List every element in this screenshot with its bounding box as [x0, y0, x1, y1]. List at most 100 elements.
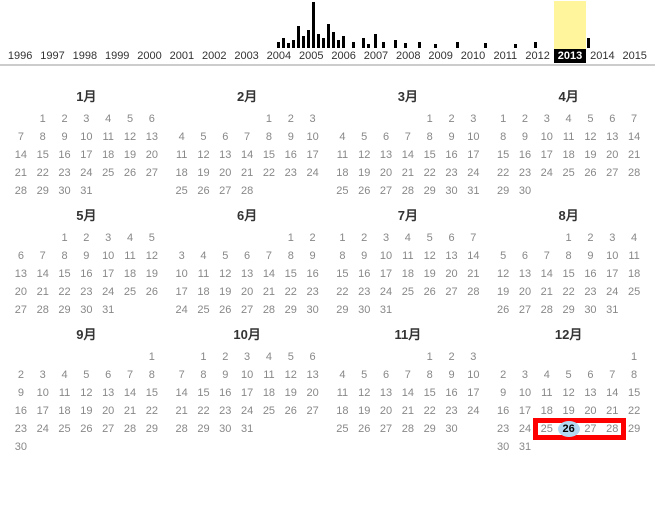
day-1-25[interactable]: 25 [97, 165, 119, 181]
day-11-13[interactable]: 13 [375, 385, 397, 401]
day-7-27[interactable]: 27 [441, 284, 463, 300]
day-12-17[interactable]: 17 [514, 403, 536, 419]
day-3-26[interactable]: 26 [353, 183, 375, 199]
day-10-11[interactable]: 11 [258, 367, 280, 383]
day-4-21[interactable]: 21 [623, 147, 645, 163]
day-8-24[interactable]: 24 [601, 284, 623, 300]
day-3-21[interactable]: 21 [397, 165, 419, 181]
day-9-18[interactable]: 18 [54, 403, 76, 419]
day-5-25[interactable]: 25 [119, 284, 141, 300]
day-4-25[interactable]: 25 [558, 165, 580, 181]
year-2010[interactable]: 2010 [457, 49, 489, 63]
day-6-17[interactable]: 17 [171, 284, 193, 300]
day-12-5[interactable]: 5 [558, 367, 580, 383]
day-9-27[interactable]: 27 [97, 421, 119, 437]
day-2-6[interactable]: 6 [214, 129, 236, 145]
day-1-14[interactable]: 14 [10, 147, 32, 163]
year-2015[interactable]: 2015 [619, 49, 651, 63]
day-11-30[interactable]: 30 [441, 421, 463, 437]
day-1-12[interactable]: 12 [119, 129, 141, 145]
day-5-4[interactable]: 4 [119, 230, 141, 246]
day-4-6[interactable]: 6 [601, 111, 623, 127]
day-6-11[interactable]: 11 [193, 266, 215, 282]
day-4-1[interactable]: 1 [492, 111, 514, 127]
day-12-6[interactable]: 6 [580, 367, 602, 383]
day-3-15[interactable]: 15 [419, 147, 441, 163]
day-8-6[interactable]: 6 [514, 248, 536, 264]
day-6-7[interactable]: 7 [258, 248, 280, 264]
day-3-7[interactable]: 7 [397, 129, 419, 145]
day-3-30[interactable]: 30 [441, 183, 463, 199]
day-1-20[interactable]: 20 [141, 147, 163, 163]
day-3-10[interactable]: 10 [462, 129, 484, 145]
day-2-3[interactable]: 3 [302, 111, 324, 127]
day-4-30[interactable]: 30 [514, 183, 536, 199]
day-3-9[interactable]: 9 [441, 129, 463, 145]
day-2-8[interactable]: 8 [258, 129, 280, 145]
day-9-2[interactable]: 2 [10, 367, 32, 383]
year-2013[interactable]: 2013 [554, 49, 586, 63]
day-5-6[interactable]: 6 [10, 248, 32, 264]
day-8-22[interactable]: 22 [558, 284, 580, 300]
year-2007[interactable]: 2007 [360, 49, 392, 63]
day-2-12[interactable]: 12 [193, 147, 215, 163]
day-5-1[interactable]: 1 [54, 230, 76, 246]
day-7-3[interactable]: 3 [375, 230, 397, 246]
day-8-11[interactable]: 11 [623, 248, 645, 264]
day-3-11[interactable]: 11 [332, 147, 354, 163]
day-6-19[interactable]: 19 [214, 284, 236, 300]
day-6-28[interactable]: 28 [258, 302, 280, 318]
day-7-9[interactable]: 9 [353, 248, 375, 264]
day-4-20[interactable]: 20 [601, 147, 623, 163]
day-12-15[interactable]: 15 [623, 385, 645, 401]
day-4-26[interactable]: 26 [580, 165, 602, 181]
day-7-29[interactable]: 29 [332, 302, 354, 318]
day-8-21[interactable]: 21 [536, 284, 558, 300]
year-2004[interactable]: 2004 [263, 49, 295, 63]
day-8-10[interactable]: 10 [601, 248, 623, 264]
day-10-30[interactable]: 30 [214, 421, 236, 437]
day-9-7[interactable]: 7 [119, 367, 141, 383]
day-3-3[interactable]: 3 [462, 111, 484, 127]
day-10-18[interactable]: 18 [258, 385, 280, 401]
day-8-14[interactable]: 14 [536, 266, 558, 282]
day-2-24[interactable]: 24 [302, 165, 324, 181]
day-11-4[interactable]: 4 [332, 367, 354, 383]
day-1-11[interactable]: 11 [97, 129, 119, 145]
day-7-15[interactable]: 15 [332, 266, 354, 282]
day-7-18[interactable]: 18 [397, 266, 419, 282]
day-12-4[interactable]: 4 [536, 367, 558, 383]
day-9-24[interactable]: 24 [32, 421, 54, 437]
day-6-22[interactable]: 22 [280, 284, 302, 300]
day-10-1[interactable]: 1 [193, 349, 215, 365]
day-10-2[interactable]: 2 [214, 349, 236, 365]
day-8-23[interactable]: 23 [580, 284, 602, 300]
day-7-30[interactable]: 30 [353, 302, 375, 318]
day-1-7[interactable]: 7 [10, 129, 32, 145]
day-11-9[interactable]: 9 [441, 367, 463, 383]
day-9-11[interactable]: 11 [54, 385, 76, 401]
day-4-11[interactable]: 11 [558, 129, 580, 145]
day-5-29[interactable]: 29 [54, 302, 76, 318]
day-11-19[interactable]: 19 [353, 403, 375, 419]
day-3-29[interactable]: 29 [419, 183, 441, 199]
day-6-6[interactable]: 6 [236, 248, 258, 264]
day-6-14[interactable]: 14 [258, 266, 280, 282]
day-2-7[interactable]: 7 [236, 129, 258, 145]
day-9-22[interactable]: 22 [141, 403, 163, 419]
day-3-5[interactable]: 5 [353, 129, 375, 145]
day-2-2[interactable]: 2 [280, 111, 302, 127]
day-2-28[interactable]: 28 [236, 183, 258, 199]
day-11-20[interactable]: 20 [375, 403, 397, 419]
year-1997[interactable]: 1997 [36, 49, 68, 63]
day-10-7[interactable]: 7 [171, 367, 193, 383]
day-7-8[interactable]: 8 [332, 248, 354, 264]
day-4-9[interactable]: 9 [514, 129, 536, 145]
day-6-12[interactable]: 12 [214, 266, 236, 282]
day-5-30[interactable]: 30 [75, 302, 97, 318]
day-1-28[interactable]: 28 [10, 183, 32, 199]
year-2009[interactable]: 2009 [424, 49, 456, 63]
day-6-18[interactable]: 18 [193, 284, 215, 300]
day-1-21[interactable]: 21 [10, 165, 32, 181]
day-11-10[interactable]: 10 [462, 367, 484, 383]
